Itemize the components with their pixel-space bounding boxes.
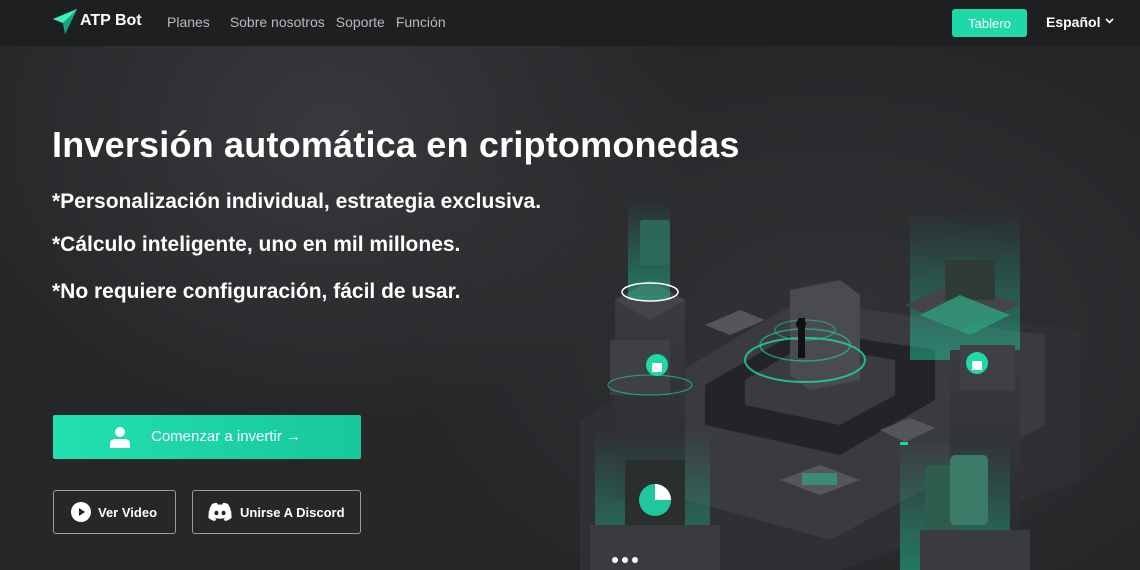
nav-link-planes[interactable]: Planes [167,14,210,30]
feature-line-3: *No requiere configuración, fácil de usa… [52,280,461,303]
isometric-network-illustration [580,200,1080,570]
brand-name: ATP Bot [80,12,142,29]
play-circle-icon [71,502,91,522]
paper-plane-logo-icon [53,9,77,34]
start-investing-button[interactable]: Comenzar a invertir → [53,415,361,459]
brand-logo[interactable]: ATP Bot [52,7,142,35]
nav-link-about[interactable]: Sobre nosotros [230,14,325,30]
join-discord-label: Unirse A Discord [240,505,345,520]
nav-link-support[interactable]: Soporte [336,14,385,30]
join-discord-button[interactable]: Unirse A Discord [192,490,361,534]
chevron-down-icon [1105,16,1115,26]
discord-icon [208,502,232,521]
language-selector[interactable]: Español [1046,14,1115,30]
feature-line-2: *Cálculo inteligente, uno en mil millone… [52,233,461,256]
language-label: Español [1046,14,1101,30]
nav-links: Planes Sobre nosotros Soporte Función [167,14,466,30]
watch-video-label: Ver Video [98,505,158,520]
nav-link-function[interactable]: Función [396,14,446,30]
feature-line-1: *Personalización individual, estrategia … [52,190,542,213]
watch-video-button[interactable]: Ver Video [53,490,176,534]
top-navbar: ATP Bot Planes Sobre nosotros Soporte Fu… [0,0,1140,46]
dashboard-button[interactable]: Tablero [952,9,1027,37]
start-investing-label: Comenzar a invertir → [151,428,302,445]
user-icon [110,427,130,448]
hero-title: Inversión automática en criptomonedas [52,124,740,165]
